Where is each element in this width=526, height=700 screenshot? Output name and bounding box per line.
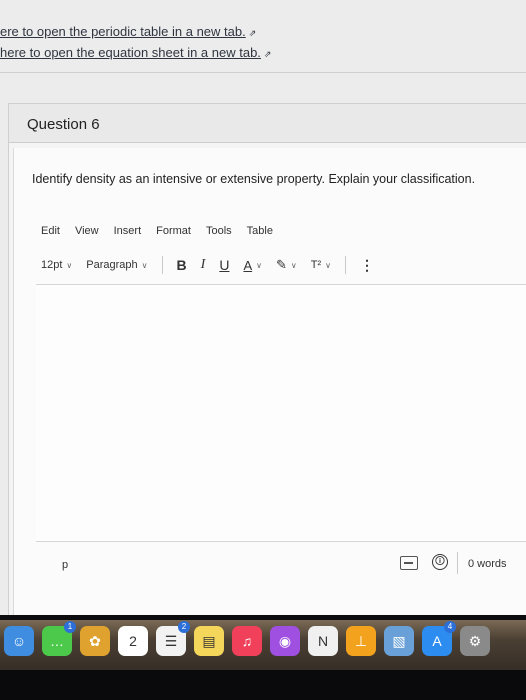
- divider: [0, 72, 526, 73]
- word-count[interactable]: 0 words: [468, 558, 507, 570]
- editor-menubar: Edit View Insert Format Tools Table: [41, 225, 273, 237]
- resource-links: ere to open the periodic table in a new …: [0, 22, 271, 64]
- font-size-select[interactable]: 12pt ∨: [41, 259, 72, 271]
- dock-app-messages-icon[interactable]: … 1: [42, 621, 76, 656]
- notification-badge: 4: [444, 621, 456, 633]
- dock-app-app-store-icon[interactable]: A4: [422, 621, 456, 656]
- font-size-value: 12pt: [41, 259, 63, 271]
- italic-button[interactable]: I: [201, 257, 206, 273]
- question-title: Question 6: [27, 116, 100, 133]
- dock-app-notes-icon[interactable]: ▤: [194, 626, 224, 656]
- chevron-down-icon: ∨: [66, 260, 73, 270]
- text-color-button[interactable]: A ∨: [243, 258, 262, 273]
- dock-app-keynote-icon[interactable]: ⊥: [346, 626, 376, 656]
- menu-table[interactable]: Table: [247, 225, 273, 237]
- chevron-down-icon: ∨: [290, 260, 297, 270]
- external-link-icon: ⇗: [263, 49, 272, 59]
- question-header: Question 6: [9, 104, 526, 143]
- element-path: p: [62, 559, 69, 571]
- status-divider: [457, 552, 458, 574]
- more-options-button[interactable]: ⋮: [360, 257, 374, 274]
- question-panel: Question 6 Identify density as an intens…: [8, 103, 526, 615]
- menu-tools[interactable]: Tools: [206, 225, 232, 237]
- toolbar-divider: [344, 256, 346, 274]
- bold-button[interactable]: B: [177, 257, 187, 273]
- dock-app-preview-icon[interactable]: ▧: [384, 626, 414, 656]
- external-link-icon: ⇗: [248, 28, 257, 38]
- dock-app-finder-icon[interactable]: ☺: [4, 626, 34, 656]
- superscript-icon: T²: [310, 259, 322, 271]
- chevron-down-icon: ∨: [141, 260, 148, 270]
- equation-sheet-link-text: here to open the equation sheet in a new…: [0, 45, 261, 60]
- dock-icons: ☺… 1 ✿ 2 ☰ 2 ▤ ♫ ◉ N ⊥ ▧ A 4 ⚙: [4, 621, 490, 656]
- menu-format[interactable]: Format: [156, 225, 191, 237]
- menu-edit[interactable]: Edit: [41, 225, 60, 237]
- browser-content: ere to open the periodic table in a new …: [0, 0, 526, 615]
- block-format-value: Paragraph: [86, 259, 138, 271]
- chevron-down-icon: ∨: [256, 260, 262, 270]
- screen-bezel: [0, 670, 526, 700]
- dock-app-calendar-icon[interactable]: 2: [118, 626, 148, 656]
- keyboard-shortcuts-icon[interactable]: [400, 556, 418, 570]
- equation-sheet-link[interactable]: here to open the equation sheet in a new…: [0, 43, 271, 64]
- highlighter-icon: ✎: [275, 257, 287, 272]
- text-color-icon: A: [243, 257, 253, 273]
- dock-app-music-icon[interactable]: ♫: [232, 626, 262, 656]
- question-body: Identify density as an intensive or exte…: [13, 148, 526, 615]
- highlight-color-button[interactable]: ✎ ∨: [276, 257, 297, 273]
- periodic-table-link-text: ere to open the periodic table in a new …: [0, 24, 246, 39]
- block-format-select[interactable]: Paragraph ∨: [86, 259, 147, 271]
- macos-dock: ☺… 1 ✿ 2 ☰ 2 ▤ ♫ ◉ N ⊥ ▧ A 4 ⚙: [0, 620, 526, 670]
- dock-app-system-preferences-icon[interactable]: ⚙: [460, 626, 490, 656]
- editor-status-bar: p 🛈 0 words ◂: [36, 550, 526, 580]
- dock-app-news-icon[interactable]: N: [308, 626, 338, 656]
- dock-app-podcasts-icon[interactable]: ◉: [270, 626, 300, 656]
- chevron-down-icon: ∨: [325, 260, 331, 270]
- notification-badge: 1: [64, 621, 76, 633]
- answer-text-area[interactable]: [36, 284, 526, 542]
- menu-view[interactable]: View: [75, 225, 99, 237]
- underline-button[interactable]: U: [219, 257, 229, 273]
- dock-app-photos-icon[interactable]: ✿: [80, 626, 110, 656]
- question-prompt: Identify density as an intensive or exte…: [32, 172, 476, 186]
- notification-badge: 2: [178, 621, 190, 633]
- toolbar-divider: [161, 256, 163, 274]
- editor-toolbar: 12pt ∨ Paragraph ∨ B I U A ∨ ✎ ∨ T² ∨ ⋮: [41, 256, 388, 274]
- dock-app-reminders-icon[interactable]: ☰ 2: [156, 621, 190, 656]
- periodic-table-link[interactable]: ere to open the periodic table in a new …: [0, 22, 271, 43]
- accessibility-checker-icon[interactable]: 🛈: [432, 554, 448, 570]
- superscript-button[interactable]: T² ∨: [311, 259, 331, 271]
- menu-insert[interactable]: Insert: [114, 225, 142, 237]
